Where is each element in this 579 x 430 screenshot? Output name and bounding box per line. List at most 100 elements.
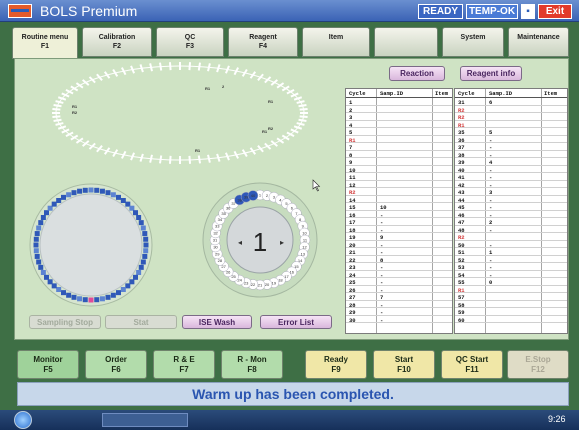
table-header: Cycle Samp.ID Item xyxy=(346,89,452,98)
table-row: 42- xyxy=(455,181,567,189)
table-row: 2 xyxy=(346,106,452,114)
status-message: Warm up has been completed. xyxy=(17,382,569,406)
svg-text:2: 2 xyxy=(222,84,225,89)
table-row: 22 8 xyxy=(346,256,452,264)
ise-wash-button[interactable]: ISE Wash xyxy=(182,315,252,329)
reaction-table-left: Cycle Samp.ID Item 1 2 3 4 5 R1 7 8 9 10 11 12 R2 14 15 1… xyxy=(345,88,453,334)
table-row: 29- xyxy=(346,308,452,316)
ready-key[interactable]: Ready F9 xyxy=(305,350,367,379)
table-row: 18- xyxy=(346,226,452,234)
svg-text:R1: R1 xyxy=(268,99,274,104)
table-row: 9 xyxy=(346,158,452,166)
table-row: 1 xyxy=(346,98,452,106)
r-mon-key[interactable]: R - Mon F8 xyxy=(221,350,283,379)
taskbar-app-button[interactable] xyxy=(102,413,188,427)
table-row: 19 9 xyxy=(346,233,452,241)
table-row: 27 7 xyxy=(346,293,452,301)
table-row: 3 xyxy=(346,113,452,121)
table-row: 26- xyxy=(346,286,452,294)
order-key[interactable]: Order F6 xyxy=(85,350,147,379)
table-row: 54- xyxy=(455,271,567,279)
table-row: R1 xyxy=(455,121,567,129)
table-row: 12 xyxy=(346,181,452,189)
sample-rack[interactable] xyxy=(29,183,153,307)
mouse-cursor-icon xyxy=(312,179,321,192)
table-row: 60 xyxy=(455,316,567,324)
table-row: 44- xyxy=(455,196,567,204)
svg-text:31: 31 xyxy=(213,238,218,243)
table-row: R1 xyxy=(346,136,452,144)
table-row: 45- xyxy=(455,203,567,211)
table-row: R2 xyxy=(455,233,567,241)
table-row: 41- xyxy=(455,173,567,181)
table-row: 28- xyxy=(346,301,452,309)
monitor-key[interactable]: Monitor F5 xyxy=(17,350,79,379)
table-row: 52- xyxy=(455,256,567,264)
table-row: 38- xyxy=(455,151,567,159)
table-row: 23- xyxy=(346,263,452,271)
table-row: 16- xyxy=(346,211,452,219)
table-row: 37- xyxy=(455,143,567,151)
e-stop-key[interactable]: E.Stop F12 xyxy=(507,350,569,379)
svg-text:R1: R1 xyxy=(205,86,211,91)
reagent-carousel[interactable]: 1 2 34567891011121314151617181920212223242… xyxy=(202,182,318,298)
function-key-bar: Monitor F5 Order F6 R & E F7 R - Mon F8 Read… xyxy=(17,350,569,380)
table-row: 48- xyxy=(455,226,567,234)
table-row: 35 5 xyxy=(455,128,567,136)
table-row: 17- xyxy=(346,218,452,226)
table-row: R2 xyxy=(346,188,452,196)
clock: 9:26 xyxy=(548,414,566,424)
carousel-position: 1 xyxy=(253,227,267,257)
table-row: 25- xyxy=(346,278,452,286)
table-row: 21- xyxy=(346,248,452,256)
table-row: 11 xyxy=(346,173,452,181)
r-and-e-key[interactable]: R & E F7 xyxy=(153,350,215,379)
table-row: 15 10 xyxy=(346,203,452,211)
table-row: 8 xyxy=(346,151,452,159)
taskbar: 9:26 xyxy=(0,410,579,430)
sampling-stop-button[interactable]: Sampling Stop xyxy=(29,315,101,329)
svg-text:R1: R1 xyxy=(72,104,78,109)
table-row: 43 3 xyxy=(455,188,567,196)
carousel-next-icon[interactable]: ▸ xyxy=(280,238,284,247)
table-row: R2 xyxy=(455,106,567,114)
table-row: 58 xyxy=(455,301,567,309)
table-row: 7 xyxy=(346,143,452,151)
svg-text:10: 10 xyxy=(302,230,307,235)
table-row: 36- xyxy=(455,136,567,144)
table-row: 51 1 xyxy=(455,248,567,256)
table-row: 20- xyxy=(346,241,452,249)
table-row: 57 xyxy=(455,293,567,301)
qc-start-key[interactable]: QC Start F11 xyxy=(441,350,503,379)
table-row: 24- xyxy=(346,271,452,279)
table-row: 10 xyxy=(346,166,452,174)
table-row: 50- xyxy=(455,241,567,249)
start-key[interactable]: Start F10 xyxy=(373,350,435,379)
reaction-disk xyxy=(52,62,308,164)
svg-text:21: 21 xyxy=(258,283,263,288)
stat-button[interactable]: Stat xyxy=(105,315,177,329)
start-orb-icon[interactable] xyxy=(14,411,32,429)
table-row: 46- xyxy=(455,211,567,219)
svg-text:20: 20 xyxy=(265,282,270,287)
carousel-prev-icon[interactable]: ◂ xyxy=(238,238,242,247)
svg-text:40: 40 xyxy=(251,193,256,198)
table-row: 40- xyxy=(455,166,567,174)
svg-text:R1: R1 xyxy=(195,148,201,153)
reaction-labels: R1 2 R1 R1 R2 R1 R2 R1 xyxy=(72,84,274,153)
svg-text:R1: R1 xyxy=(262,129,268,134)
error-list-button[interactable]: Error List xyxy=(260,315,332,329)
table-row: R2 xyxy=(455,113,567,121)
reaction-table-right: Cycle Samp.ID Item 31 6 R2 R2 R1 35 5 36-37-38-39… xyxy=(454,88,568,334)
table-row: 30- xyxy=(346,316,452,324)
table-row: 55 0 xyxy=(455,278,567,286)
svg-text:30: 30 xyxy=(213,245,218,250)
table-row: 4 xyxy=(346,121,452,129)
table-row: 5 xyxy=(346,128,452,136)
table-row: 14 xyxy=(346,196,452,204)
svg-text:22: 22 xyxy=(251,282,256,287)
table-row: 39 4 xyxy=(455,158,567,166)
table-row: 53- xyxy=(455,263,567,271)
table-header: Cycle Samp.ID Item xyxy=(455,89,567,98)
svg-text:19: 19 xyxy=(272,280,277,285)
